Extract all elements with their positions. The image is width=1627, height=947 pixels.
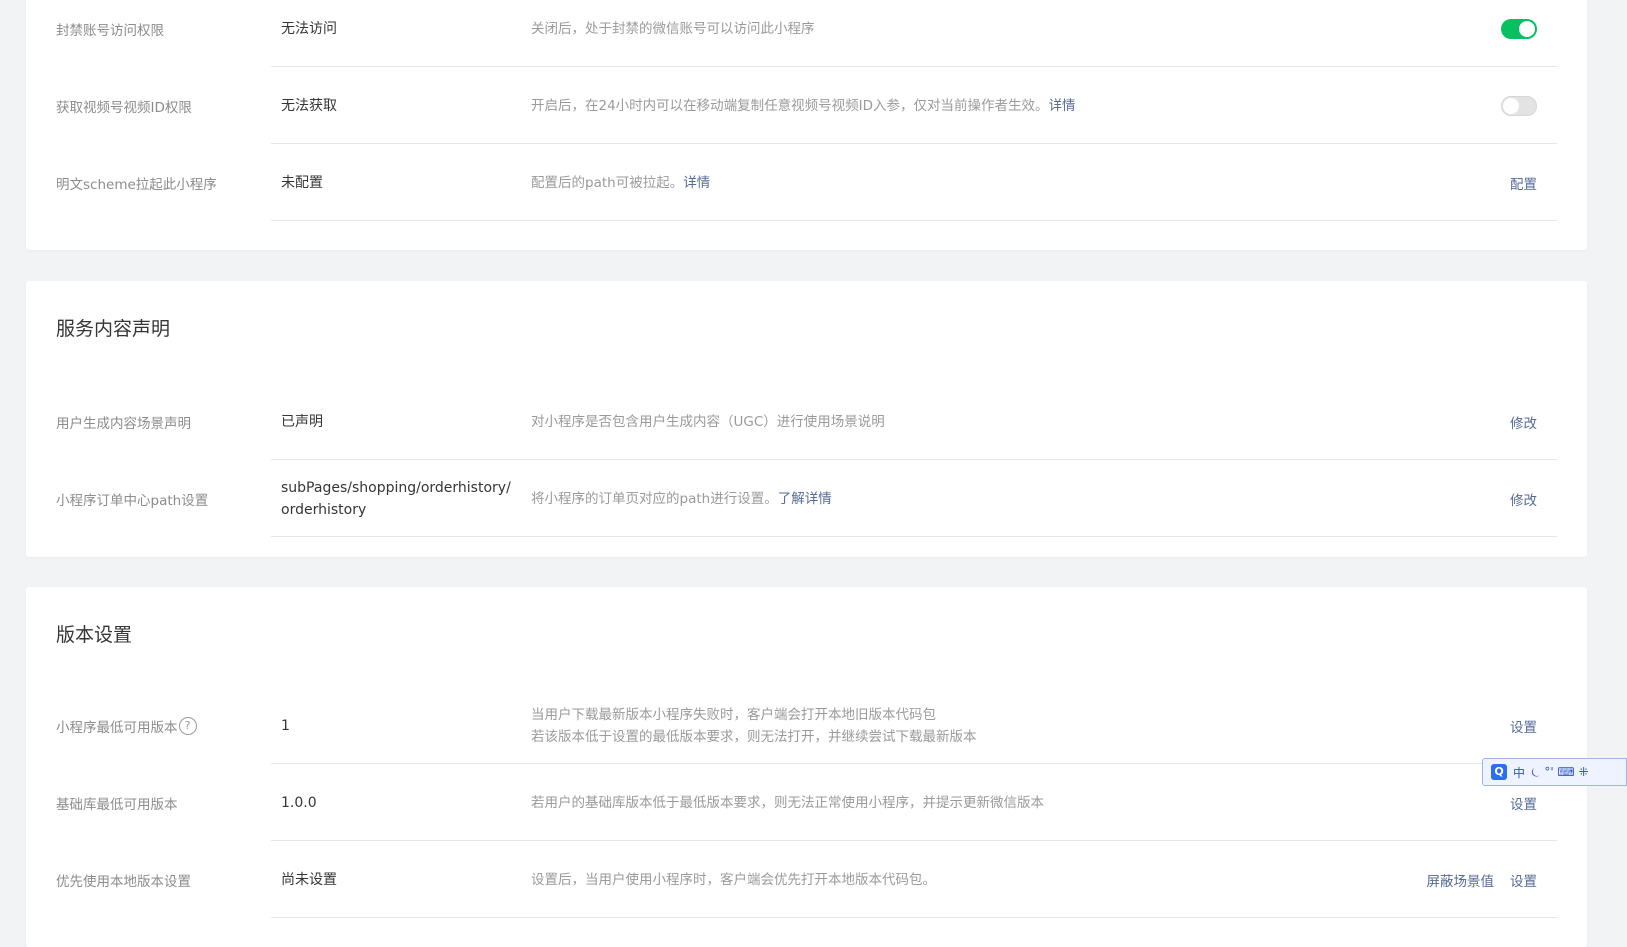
configure-button[interactable]: 配置 [1510, 173, 1537, 193]
row-description: 将小程序的订单页对应的path进行设置。了解详情 [531, 490, 832, 507]
row-divider [271, 917, 1557, 918]
ime-logo-icon[interactable]: Q [1491, 764, 1507, 780]
row-plain-scheme: 明文scheme拉起此小程序 未配置 配置后的path可被拉起。详情 配置 [26, 144, 1587, 221]
row-label: 小程序最低可用版本? [56, 687, 197, 764]
row-label: 封禁账号访问权限 [56, 22, 164, 39]
row-value: 1.0.0 [281, 794, 317, 811]
banned-access-toggle[interactable] [1501, 18, 1537, 39]
ime-mode-label[interactable]: 中 [1513, 764, 1525, 781]
row-description: 设置后，当用户使用小程序时，客户端会优先打开本地版本代码包。 [531, 871, 936, 888]
version-settings-card: 版本设置 小程序最低可用版本? 1 当用户下载最新版本小程序失败时，客户端会打开… [26, 587, 1587, 947]
row-value: 尚未设置 [281, 871, 337, 888]
row-min-lib-version: 基础库最低可用版本 1.0.0 若用户的基础库版本低于最低版本要求，则无法正常使… [26, 764, 1587, 841]
row-description: 若用户的基础库版本低于最低版本要求，则无法正常使用小程序，并提示更新微信版本 [531, 794, 1044, 811]
details-link[interactable]: 详情 [683, 175, 710, 191]
details-link[interactable]: 详情 [1049, 98, 1076, 114]
row-value: 1 [281, 717, 290, 734]
row-label: 小程序订单中心path设置 [56, 492, 209, 509]
row-min-app-version: 小程序最低可用版本? 1 当用户下载最新版本小程序失败时，客户端会打开本地旧版本… [26, 687, 1587, 764]
section-title: 服务内容声明 [56, 318, 171, 340]
row-video-id-permission: 获取视频号视频ID权限 无法获取 开启后，在24小时内可以在移动端复制任意视频号… [26, 67, 1587, 144]
block-scene-value-button[interactable]: 屏蔽场景值 [1427, 870, 1495, 890]
help-icon[interactable]: ? [178, 716, 197, 735]
settings-button[interactable]: 设置 [1510, 716, 1537, 736]
row-local-version-priority: 优先使用本地版本设置 尚未设置 设置后，当用户使用小程序时，客户端会优先打开本地… [26, 841, 1587, 918]
row-description: 对小程序是否包含用户生成内容（UGC）进行使用场景说明 [531, 413, 885, 430]
row-label: 基础库最低可用版本 [56, 796, 178, 813]
row-divider [271, 536, 1557, 537]
row-label: 优先使用本地版本设置 [56, 873, 191, 890]
row-label: 明文scheme拉起此小程序 [56, 176, 217, 193]
row-value: 无法获取 [281, 97, 337, 114]
access-settings-card: 封禁账号访问权限 无法访问 关闭后，处于封禁的微信账号可以访问此小程序 获取视频… [26, 0, 1587, 250]
row-ugc-declaration: 用户生成内容场景声明 已声明 对小程序是否包含用户生成内容（UGC）进行使用场景… [26, 383, 1587, 460]
modify-button[interactable]: 修改 [1510, 489, 1537, 509]
section-title: 版本设置 [56, 624, 133, 646]
ime-toolbar[interactable]: Q 中 ⏾ °' ⌨ ⁜ [1482, 758, 1627, 786]
row-description: 开启后，在24小时内可以在移动端复制任意视频号视频ID入参，仅对当前操作者生效。… [531, 97, 1076, 114]
row-order-center-path: 小程序订单中心path设置 subPages/shopping/orderhis… [26, 460, 1587, 537]
service-content-card: 服务内容声明 用户生成内容场景声明 已声明 对小程序是否包含用户生成内容（UGC… [26, 281, 1587, 557]
learn-more-link[interactable]: 了解详情 [778, 491, 832, 507]
modify-button[interactable]: 修改 [1510, 412, 1537, 432]
video-id-toggle[interactable] [1501, 95, 1537, 116]
ime-tool-icons[interactable]: ⏾ °' ⌨ ⁜ [1531, 765, 1589, 780]
row-description: 关闭后，处于封禁的微信账号可以访问此小程序 [531, 20, 815, 37]
row-value: 已声明 [281, 413, 323, 430]
row-banned-account-access: 封禁账号访问权限 无法访问 关闭后，处于封禁的微信账号可以访问此小程序 [26, 0, 1587, 67]
row-value: subPages/shopping/orderhistory/ orderhis… [281, 479, 511, 518]
row-value: 无法访问 [281, 20, 337, 37]
row-value: 未配置 [281, 174, 323, 191]
row-divider [271, 220, 1557, 221]
settings-button[interactable]: 设置 [1510, 793, 1537, 813]
settings-button[interactable]: 设置 [1510, 870, 1537, 890]
row-label: 获取视频号视频ID权限 [56, 99, 192, 116]
row-description: 当用户下载最新版本小程序失败时，客户端会打开本地旧版本代码包 若该版本低于设置的… [531, 706, 977, 745]
row-description: 配置后的path可被拉起。详情 [531, 174, 711, 191]
row-label: 用户生成内容场景声明 [56, 415, 191, 432]
